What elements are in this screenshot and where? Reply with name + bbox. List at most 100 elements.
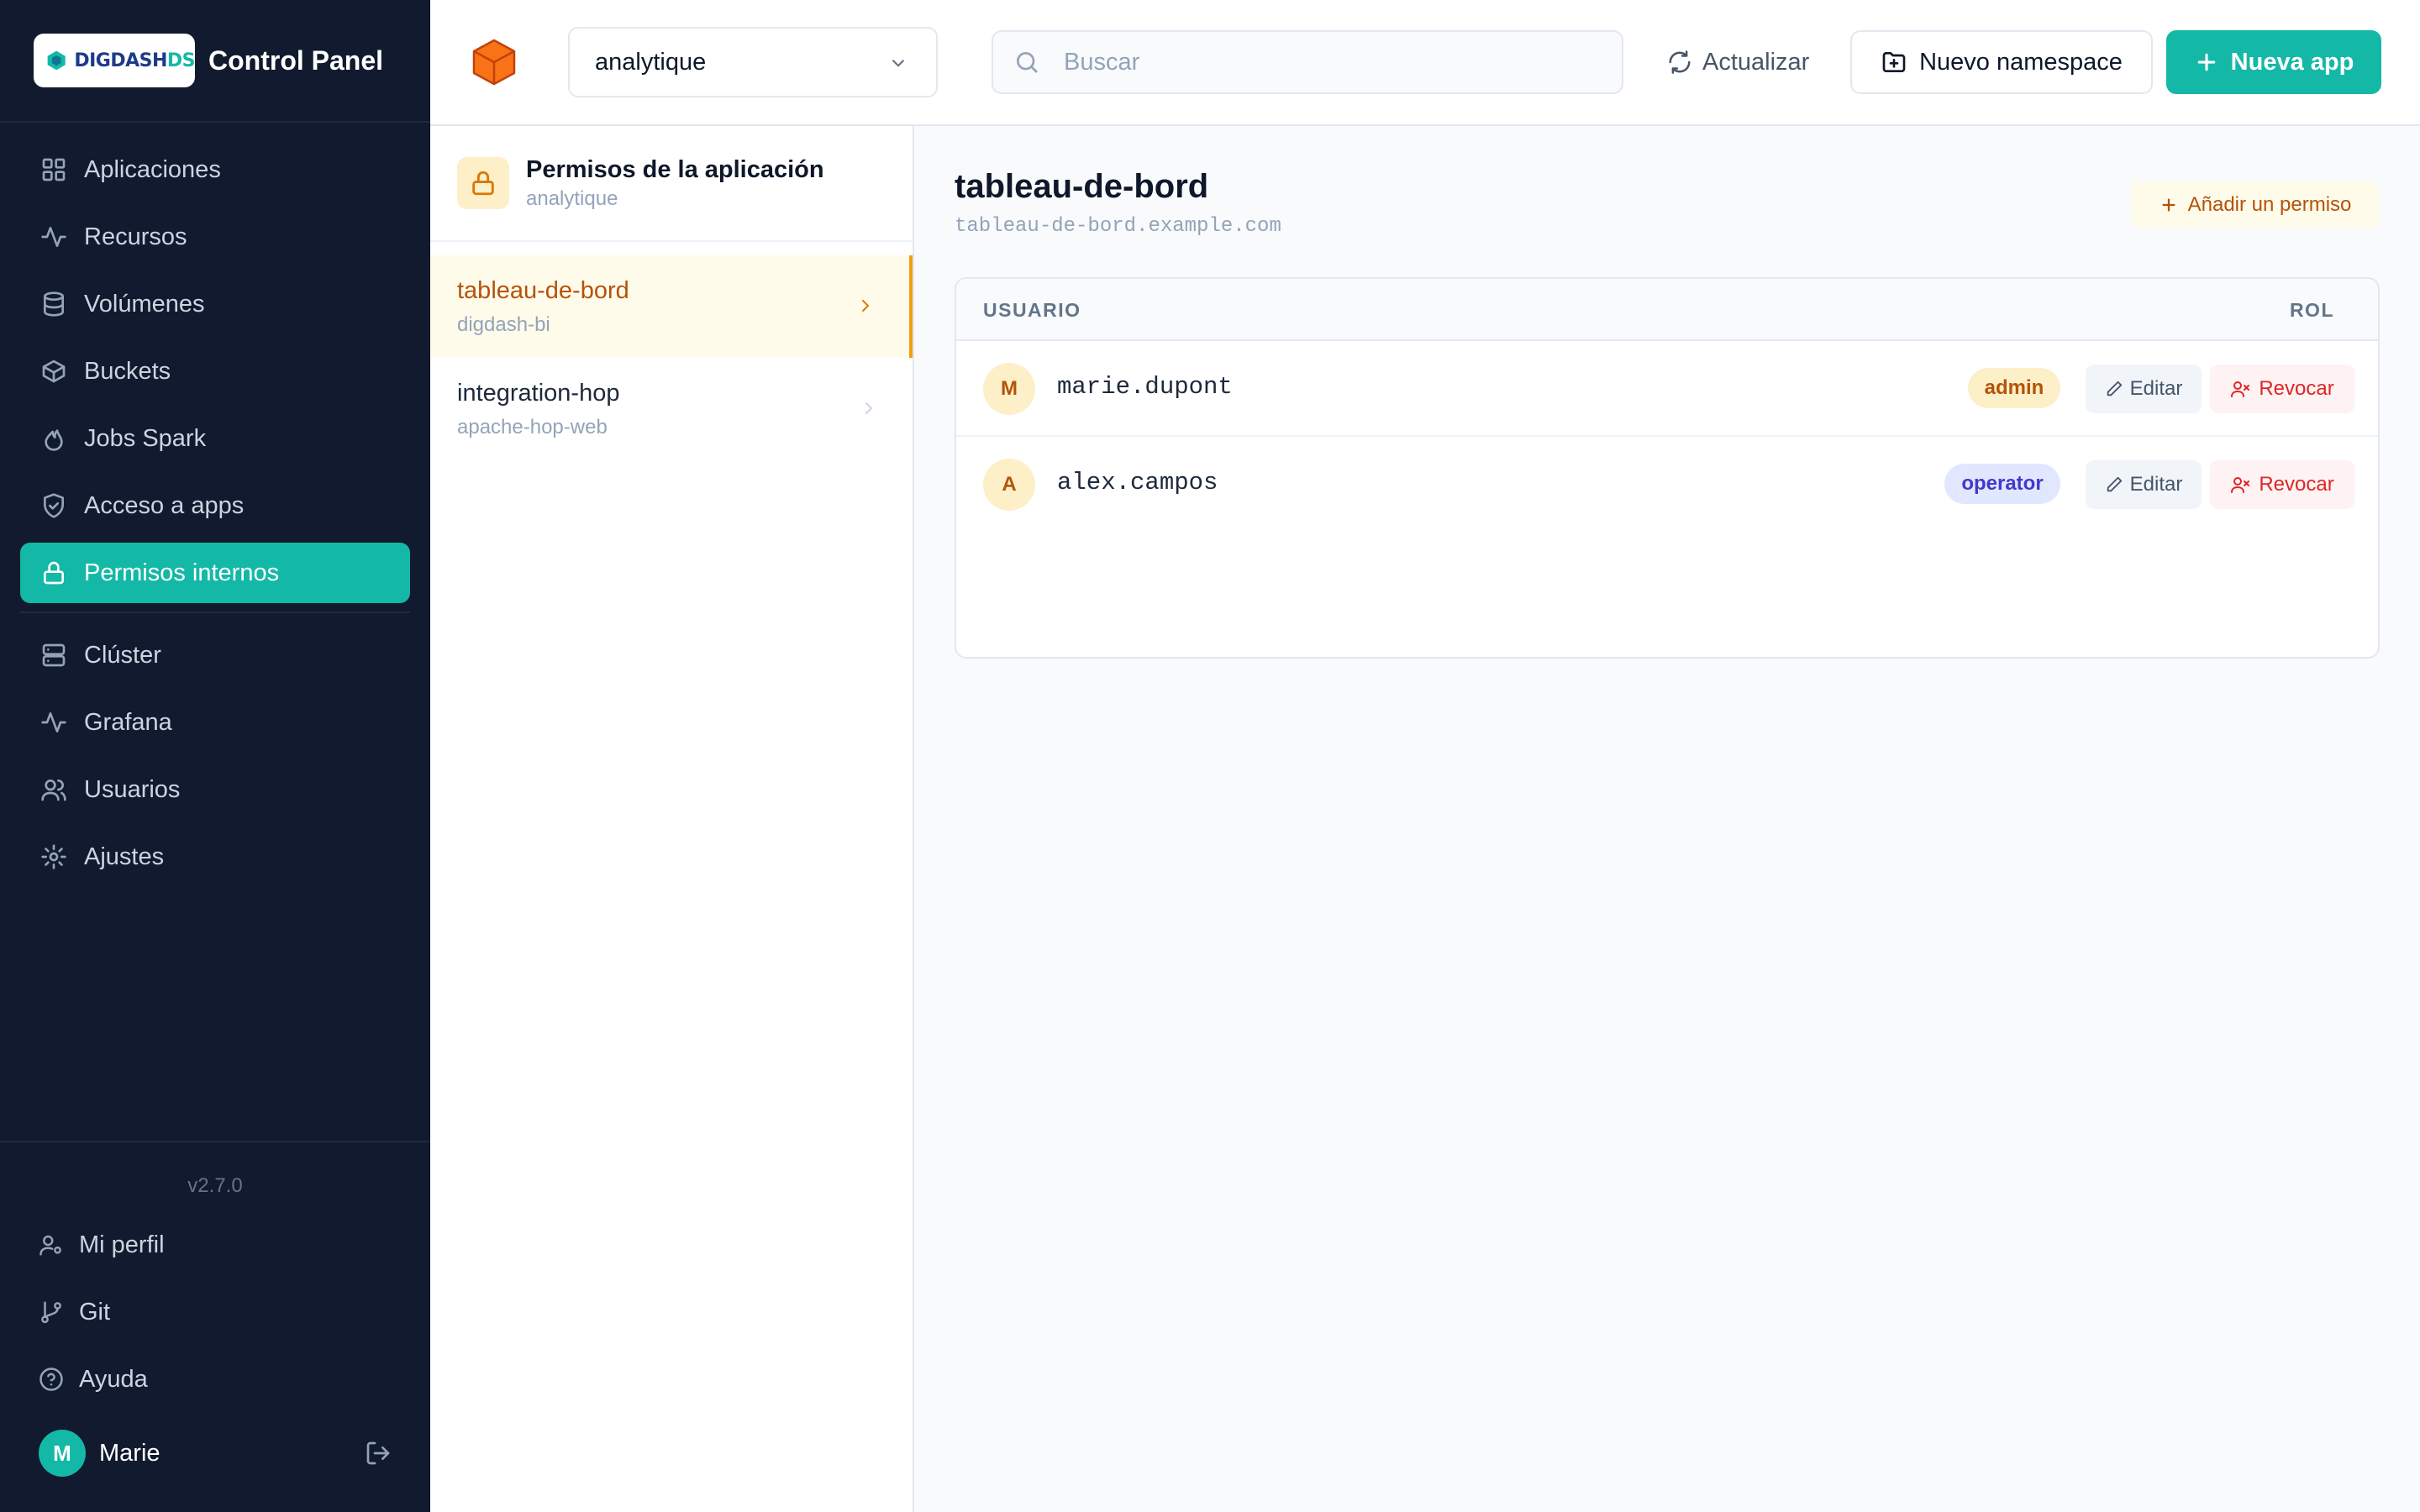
revoke-label: Revocar <box>2259 473 2334 496</box>
flame-icon <box>45 429 63 451</box>
sidebar-item-buckets[interactable]: Buckets <box>20 341 410 402</box>
sidebar-item-label: Git <box>79 1298 111 1326</box>
sidebar-item-label: Ajustes <box>84 843 165 870</box>
activity-icon <box>41 227 66 247</box>
server-icon <box>42 643 66 667</box>
sidebar-item-mi-perfil[interactable]: Mi perfil <box>0 1211 430 1278</box>
sidebar-item-label: Grafana <box>84 708 172 736</box>
sidebar-item-permisos-internos[interactable]: Permisos internos <box>20 543 410 603</box>
lock-badge <box>457 157 509 209</box>
sidebar-item-cluster[interactable]: Clúster <box>20 625 410 685</box>
sidebar-item-ayuda[interactable]: Ayuda <box>0 1346 430 1413</box>
current-user: M Marie <box>39 1430 392 1477</box>
edit-label: Editar <box>2129 377 2183 400</box>
new-app-button[interactable]: Nueva app <box>2166 30 2381 94</box>
table-header: USUARIO ROL <box>956 279 2378 341</box>
gear-icon <box>41 844 66 869</box>
app-subtitle: digdash-bi <box>457 312 550 336</box>
sidebar-item-git[interactable]: Git <box>0 1278 430 1346</box>
revoke-button[interactable]: Revocar <box>2210 460 2354 509</box>
search-icon <box>1017 52 1038 73</box>
database-icon <box>44 291 64 317</box>
sidebar-item-aplicaciones[interactable]: Aplicaciones <box>20 139 410 200</box>
revoke-button[interactable]: Revocar <box>2210 365 2354 413</box>
brand-logo[interactable]: DIGDASHDS <box>34 34 196 87</box>
chevron-down-icon <box>892 59 905 67</box>
sidebar-item-label: Recursos <box>84 223 187 250</box>
lock-icon <box>472 171 494 196</box>
brand-logo-text: DIGDASHDS <box>74 50 195 71</box>
revoke-label: Revocar <box>2259 377 2334 400</box>
sidebar-item-jobs-spark[interactable]: Jobs Spark <box>20 408 410 469</box>
sidebar-item-label: Ayuda <box>79 1365 148 1393</box>
role-badge: admin <box>1968 368 2060 408</box>
sidebar-item-grafana[interactable]: Grafana <box>20 692 410 753</box>
role-badge: operator <box>1944 464 2060 504</box>
sidebar-item-label: Buckets <box>84 357 171 385</box>
table-row: M marie.dupont admin Editar Revocar <box>956 341 2378 437</box>
app-version: v2.7.0 <box>187 1174 243 1197</box>
add-permission-button[interactable]: Añadir un permiso <box>2131 181 2380 228</box>
box-icon <box>42 360 66 383</box>
edit-button[interactable]: Editar <box>2086 365 2202 413</box>
new-namespace-button[interactable]: Nuevo namespace <box>1850 30 2153 94</box>
sidebar-item-acceso-apps[interactable]: Acceso a apps <box>20 475 410 536</box>
sidebar-item-label: Usuarios <box>84 775 181 803</box>
app-root: DIGDASHDS Control Panel Aplicaciones Rec… <box>0 0 2420 1512</box>
sidebar-divider <box>20 612 410 613</box>
user-name: Marie <box>99 1439 160 1467</box>
sidebar-nav: Aplicaciones Recursos Volúmenes Buckets … <box>0 123 430 887</box>
sidebar-item-volumenes[interactable]: Volúmenes <box>20 274 410 334</box>
panel-header: Permisos de la aplicación analytique <box>430 126 913 242</box>
user-x-icon <box>2231 477 2250 493</box>
edit-label: Editar <box>2129 473 2183 496</box>
refresh-button[interactable]: Actualizar <box>1667 30 1809 94</box>
page-title: tableau-de-bord <box>955 168 1209 205</box>
folder-plus-icon <box>1882 52 1906 72</box>
hexagon-logo-icon <box>47 50 66 71</box>
column-header-role: ROL <box>2289 299 2334 321</box>
table-row: A alex.campos operator Editar Revocar <box>956 437 2378 533</box>
avatar[interactable]: M <box>39 1430 86 1477</box>
sidebar-item-label: Clúster <box>84 641 161 669</box>
pencil-icon <box>2107 476 2122 492</box>
search-box <box>992 30 1623 94</box>
namespace-select[interactable]: analytique <box>568 27 938 97</box>
app-list-panel: Permisos de la aplicación analytique tab… <box>430 126 914 1512</box>
app-url: tableau-de-bord.example.com <box>955 215 1281 238</box>
search-input[interactable] <box>1064 48 1568 76</box>
permissions-main: tableau-de-bord tableau-de-bord.example.… <box>914 126 2420 1512</box>
git-branch-icon <box>41 1301 61 1324</box>
plus-icon <box>2197 53 2215 71</box>
chevron-right-icon <box>865 402 872 414</box>
sidebar-item-label: Volúmenes <box>84 290 205 318</box>
refresh-label: Actualizar <box>1702 48 1810 76</box>
lock-icon <box>44 561 64 585</box>
sidebar-item-label: Aplicaciones <box>84 155 221 183</box>
panel-subtitle: analytique <box>526 186 618 210</box>
pencil-icon <box>2107 381 2122 396</box>
users-icon <box>41 780 66 801</box>
sidebar-item-recursos[interactable]: Recursos <box>20 207 410 267</box>
shield-check-icon <box>44 493 64 518</box>
list-item-integration-hop[interactable]: integration-hop apache-hop-web <box>430 358 913 460</box>
new-app-label: Nueva app <box>2230 48 2354 76</box>
sidebar-item-ajustes[interactable]: Ajustes <box>20 827 410 887</box>
logout-icon[interactable] <box>365 1440 392 1467</box>
sidebar-item-label: Acceso a apps <box>84 491 245 519</box>
panel-title: Permisos de la aplicación <box>526 155 824 183</box>
user-x-icon <box>2231 381 2250 397</box>
username: marie.dupont <box>1057 373 1233 401</box>
list-item-tableau-de-bord[interactable]: tableau-de-bord digdash-bi <box>430 255 913 358</box>
edit-button[interactable]: Editar <box>2086 460 2202 509</box>
topbar: analytique Actualizar Nuevo namespace Nu… <box>430 0 2420 126</box>
sidebar-item-usuarios[interactable]: Usuarios <box>20 759 410 820</box>
brand-title: Control Panel <box>208 45 384 76</box>
help-icon <box>39 1368 63 1391</box>
app-list: tableau-de-bord digdash-bi integration-h… <box>430 242 913 460</box>
sidebar: DIGDASHDS Control Panel Aplicaciones Rec… <box>0 0 430 1512</box>
namespace-cube-icon <box>472 39 516 86</box>
sidebar-footer: v2.7.0 Mi perfil Git Ayuda M Marie <box>0 1141 430 1512</box>
new-namespace-label: Nuevo namespace <box>1919 48 2123 76</box>
username: alex.campos <box>1057 469 1218 496</box>
